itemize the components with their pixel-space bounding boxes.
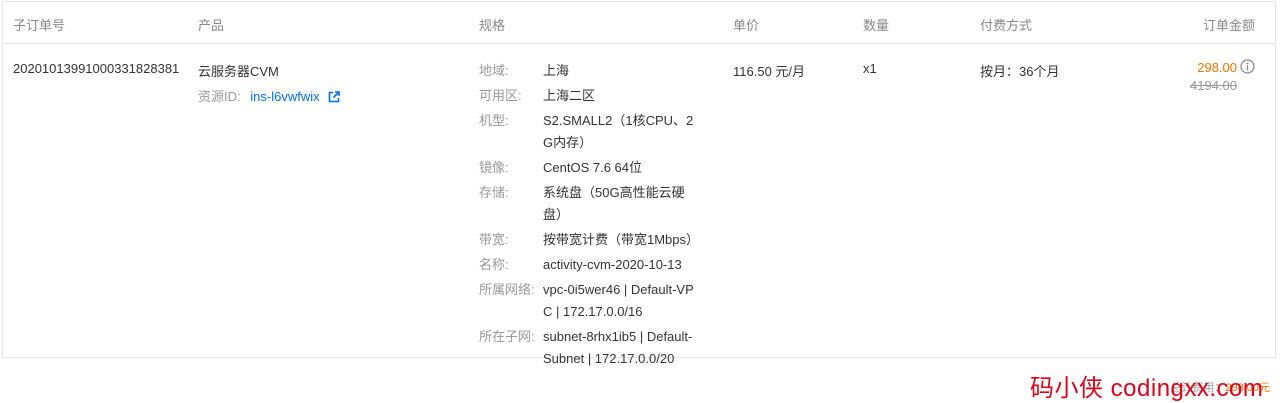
spec-value: vpc-0i5wer46 | Default-VPC | 172.17.0.0/… xyxy=(543,282,694,319)
spec-value: subnet-8rhx1ib5 | Default-Subnet | 172.1… xyxy=(543,329,693,366)
external-link-icon[interactable] xyxy=(328,91,341,106)
spec-value: S2.SMALL2（1核CPU、2G内存） xyxy=(543,113,694,150)
spec-row-storage: 存储: 系统盘（50G高性能云硬盘） xyxy=(479,182,779,226)
spec-value: 按带宽计费（带宽1Mbps） xyxy=(543,232,700,247)
spec-label: 所属网络: xyxy=(479,282,535,297)
order-detail-table: 子订单号 产品 规格 单价 数量 付费方式 订单金额 2020101399100… xyxy=(2,1,1276,366)
spec-row-instance-type: 机型: S2.SMALL2（1核CPU、2G内存） xyxy=(479,110,779,154)
header-order-amount: 订单金额 xyxy=(1202,18,1255,33)
spec-label: 带宽: xyxy=(479,232,509,247)
spec-label: 存储: xyxy=(479,185,509,200)
amount-original: 4194.00 xyxy=(1190,78,1237,93)
spec-label: 名称: xyxy=(479,257,509,272)
amount-current: 298.00 xyxy=(1197,60,1237,75)
table-header: 子订单号 产品 规格 单价 数量 付费方式 订单金额 xyxy=(3,2,1275,44)
header-spec: 规格 xyxy=(479,18,506,33)
spec-value: activity-cvm-2020-10-13 xyxy=(543,257,682,272)
spec-list: 地域: 上海 可用区: 上海二区 机型: S2.SMALL2（1核CPU、2G内… xyxy=(479,60,779,373)
header-product: 产品 xyxy=(198,18,225,33)
resource-id-label: 资源ID: xyxy=(198,89,241,104)
spec-value: 上海 xyxy=(543,63,570,78)
spec-value: 上海二区 xyxy=(543,88,596,103)
spec-label: 地域: xyxy=(479,63,509,78)
spec-row-zone: 可用区: 上海二区 xyxy=(479,85,779,107)
spec-row-name: 名称: activity-cvm-2020-10-13 xyxy=(479,254,779,276)
payment-method: 按月：36个月 xyxy=(980,64,1060,79)
watermark: 码小侠 codingxx.com xyxy=(1030,375,1264,402)
header-payment-method: 付费方式 xyxy=(980,18,1033,33)
quantity: x1 xyxy=(863,61,877,76)
spec-row-image: 镜像: CentOS 7.6 64位 xyxy=(479,157,779,179)
info-icon[interactable] xyxy=(1240,59,1255,79)
spec-value: CentOS 7.6 64位 xyxy=(543,160,642,175)
unit-price: 116.50 元/月 xyxy=(733,64,806,79)
resource-id-link[interactable]: ins-l6vwfwix xyxy=(250,89,319,104)
order-amount: 298.00 4194.00 xyxy=(1190,60,1237,94)
header-sub-order-no: 子订单号 xyxy=(13,18,66,33)
spec-value: 系统盘（50G高性能云硬盘） xyxy=(543,185,685,222)
header-unit-price: 单价 xyxy=(733,18,760,33)
sub-order-number: 20201013991000331828381 xyxy=(13,61,180,76)
spec-label: 镜像: xyxy=(479,160,509,175)
spec-label: 所在子网: xyxy=(479,329,535,344)
spec-row-subnet: 所在子网: subnet-8rhx1ib5 | Default-Subnet |… xyxy=(479,326,779,370)
spec-label: 可用区: xyxy=(479,88,522,103)
header-quantity: 数量 xyxy=(863,18,890,33)
spec-row-bandwidth: 带宽: 按带宽计费（带宽1Mbps） xyxy=(479,229,779,251)
product-name: 云服务器CVM xyxy=(198,64,279,79)
spec-row-network: 所属网络: vpc-0i5wer46 | Default-VPC | 172.1… xyxy=(479,279,779,323)
resource-id: 资源ID: ins-l6vwfwix xyxy=(198,86,341,106)
spec-label: 机型: xyxy=(479,113,509,128)
